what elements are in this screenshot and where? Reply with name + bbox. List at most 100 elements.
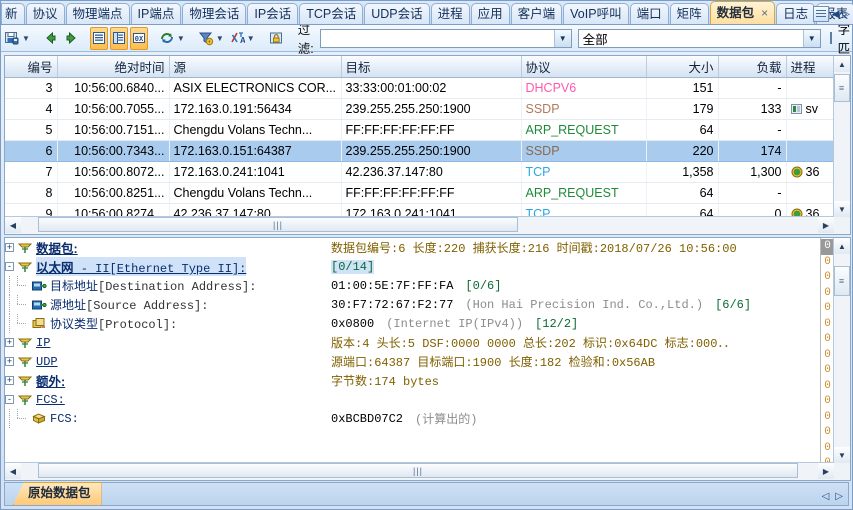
column-header-size[interactable]: 大小 — [646, 56, 719, 78]
bottom-scroll-left-icon[interactable]: ◁ — [822, 491, 830, 502]
column-header-proto[interactable]: 协议 — [521, 56, 647, 78]
tree-row[interactable]: + 数据包: 数据包编号:6 长度:220 捕获长度:216 时间戳:2018/07… — [5, 238, 834, 257]
table-row[interactable]: 5 10:56:00.7151... Chengdu Volans Techn...… — [5, 119, 834, 141]
column-header-dst[interactable]: 目标 — [341, 56, 522, 78]
next-packet-button[interactable] — [62, 27, 80, 50]
refresh-dropdown-icon[interactable]: ▼ — [177, 34, 187, 43]
filter-funnel-icon[interactable] — [197, 27, 215, 50]
packet-table-body[interactable]: 3 10:56:00.6840... ASIX ELECTRONICS COR...… — [5, 77, 834, 217]
expand-icon[interactable]: + — [5, 376, 14, 385]
previous-packet-button[interactable] — [42, 27, 60, 50]
detail-hscroll-thumb[interactable]: ||| — [38, 463, 798, 478]
view-tab-11[interactable]: VoIP呼叫 — [563, 3, 629, 24]
collapse-icon[interactable]: - — [5, 395, 14, 404]
view-tab-2[interactable]: 物理端点 — [65, 3, 130, 24]
name-resolve-icon[interactable]: A — [228, 27, 246, 50]
name-resolve-dropdown-icon[interactable]: ▼ — [247, 34, 257, 43]
scroll-down-icon[interactable]: ▼ — [834, 201, 850, 217]
table-row[interactable]: 4 10:56:00.7055... 172.163.0.191:56434 239.… — [5, 98, 834, 120]
decode-view-toggle[interactable] — [89, 26, 108, 50]
scroll-left-icon[interactable]: ◀ — [5, 217, 21, 233]
view-tab-9[interactable]: 应用 — [470, 3, 510, 24]
table-row[interactable]: 6 10:56:00.7343... 172.163.0.151:64387 239.… — [5, 140, 834, 162]
tree-row[interactable]: 目标地址[Destination Address]: 01:00:5E:7F:FF… — [5, 276, 834, 295]
tree-row[interactable]: + IP 版本:4 头长:5 DSF:0000 0000 总长:202 标识:0x6… — [5, 333, 834, 352]
packet-list[interactable]: 编号 绝对时间源目标 协议 大小 负载 进程 3 10:56:00.6840... ASIX … — [4, 55, 851, 235]
filter-input[interactable] — [320, 29, 554, 47]
table-row[interactable]: 3 10:56:00.6840... ASIX ELECTRONICS COR...… — [5, 77, 834, 99]
scroll-left-icon[interactable]: ◀ — [5, 463, 21, 479]
tree-row[interactable]: + UDP 源端口:64387 目标端口:1900 长度:182 检验和:0x56A… — [5, 352, 834, 371]
hex-view-toggle[interactable]: 0X — [129, 26, 148, 50]
view-tab-7[interactable]: UDP会话 — [364, 3, 430, 24]
view-tab-label: 端口 — [636, 7, 662, 21]
save-dropdown-icon[interactable]: ▼ — [22, 34, 32, 43]
filter-input-dropdown-icon[interactable]: ▼ — [553, 29, 571, 47]
tree-row[interactable]: - 以太网 - II[Ethernet Type II]: [0/14] — [5, 257, 834, 276]
expand-icon[interactable]: + — [5, 338, 14, 347]
scroll-right-icon[interactable]: ▶ — [818, 217, 834, 233]
scope-select-dropdown-icon[interactable]: ▼ — [802, 29, 820, 47]
scroll-up-icon[interactable]: ▲ — [834, 56, 850, 72]
filter-input-wrap[interactable]: ▼ — [319, 28, 572, 48]
packet-detail-pane[interactable]: + 数据包: 数据包编号:6 长度:220 捕获长度:216 时间戳:2018/07… — [4, 237, 851, 481]
lock-icon[interactable] — [267, 27, 285, 50]
view-tab-label: VoIP呼叫 — [570, 7, 622, 21]
collapse-icon[interactable]: - — [5, 262, 14, 271]
table-row[interactable]: 8 10:56:00.8251... Chengdu Volans Techn...… — [5, 182, 834, 204]
scroll-right-icon[interactable]: ▶ — [818, 463, 834, 479]
packet-table-header[interactable]: 编号 绝对时间源目标 协议 大小 负载 进程 — [5, 56, 834, 78]
scope-select[interactable]: 全部 ▼ — [577, 28, 821, 48]
expand-icon[interactable]: + — [5, 243, 14, 252]
packet-list-vscroll-thumb[interactable]: ≡ — [834, 74, 850, 102]
packet-list-hscrollbar[interactable]: ◀ ||| ▶ — [5, 216, 834, 234]
tab-scroll-left-icon[interactable]: ◀ — [832, 9, 840, 20]
refresh-icon[interactable] — [158, 27, 176, 50]
tab-raw-packet[interactable]: 原始数据包 — [13, 482, 102, 505]
filter-dropdown-icon[interactable]: ▼ — [216, 34, 226, 43]
packet-list-vscrollbar[interactable]: ▲ ≡ ▼ — [833, 56, 850, 217]
decode-tree[interactable]: + 数据包: 数据包编号:6 长度:220 捕获长度:216 时间戳:2018/07… — [5, 238, 834, 463]
column-header-no[interactable]: 编号 — [5, 56, 58, 78]
tree-label-text: IP — [36, 335, 51, 350]
hex-pane-sliver[interactable]: 000000000000000 — [820, 238, 834, 463]
svg-text:0X: 0X — [135, 36, 144, 44]
view-tab-8[interactable]: 进程 — [430, 3, 470, 24]
table-row[interactable]: 7 10:56:00.8072... 172.163.0.241:1041 42.23… — [5, 161, 834, 183]
view-tab-15[interactable]: 日志 — [776, 3, 816, 24]
tab-scroll-right-icon[interactable]: ▷ — [842, 9, 850, 20]
expand-icon[interactable]: + — [5, 357, 14, 366]
view-tab-10[interactable]: 客户端 — [510, 3, 563, 24]
view-tab-5[interactable]: IP会话 — [247, 3, 299, 24]
close-icon[interactable]: × — [761, 6, 768, 20]
packet-list-hscroll-thumb[interactable]: ||| — [38, 217, 518, 232]
fullmatch-checkbox[interactable] — [829, 32, 832, 44]
tree-row[interactable]: 协议类型[Protocol]: 0x0800 (Internet IP(IPv4))… — [5, 314, 834, 333]
column-header-proc[interactable]: 进程 — [786, 56, 834, 78]
tree-row[interactable]: + 额外: 字节数:174 bytes — [5, 371, 834, 390]
save-button[interactable] — [3, 27, 21, 50]
report-icon[interactable] — [812, 6, 829, 22]
view-tab-12[interactable]: 端口 — [629, 3, 669, 24]
tree-row[interactable]: - FCS: — [5, 390, 834, 409]
column-header-time[interactable]: 绝对时间 — [57, 56, 170, 78]
detail-vscroll-thumb[interactable]: ≡ — [834, 266, 850, 296]
detail-vscrollbar[interactable]: ▲ ≡ ▼ — [833, 238, 850, 463]
view-tab-6[interactable]: TCP会话 — [299, 3, 364, 24]
view-tab-4[interactable]: 物理会话 — [182, 3, 247, 24]
detail-hscrollbar[interactable]: ◀ ||| ▶ — [5, 462, 834, 480]
column-header-src[interactable]: 源 — [169, 56, 342, 78]
view-tab-1[interactable]: 协议 — [25, 3, 65, 24]
view-tab-0[interactable]: 新 — [1, 3, 25, 24]
scroll-down-icon[interactable]: ▼ — [834, 447, 850, 463]
column-header-load[interactable]: 负载 — [718, 56, 787, 78]
bottom-scroll-right-icon[interactable]: ▷ — [835, 491, 843, 502]
scroll-up-icon[interactable]: ▲ — [834, 238, 850, 254]
field-view-toggle[interactable] — [109, 26, 128, 50]
view-tab-14[interactable]: 数据包 × — [709, 1, 776, 24]
tree-row[interactable]: FCS: 0xBCBD07C2 (计算出的) — [5, 409, 834, 428]
view-tab-13[interactable]: 矩阵 — [669, 3, 709, 24]
tree-row[interactable]: 源地址[Source Address]: 30:F7:72:67:F2:77 (Ho… — [5, 295, 834, 314]
view-tab-3[interactable]: IP端点 — [130, 3, 182, 24]
table-row[interactable]: 9 10:56:00.8274... 42.236.37.147:80 172.163… — [5, 203, 834, 217]
